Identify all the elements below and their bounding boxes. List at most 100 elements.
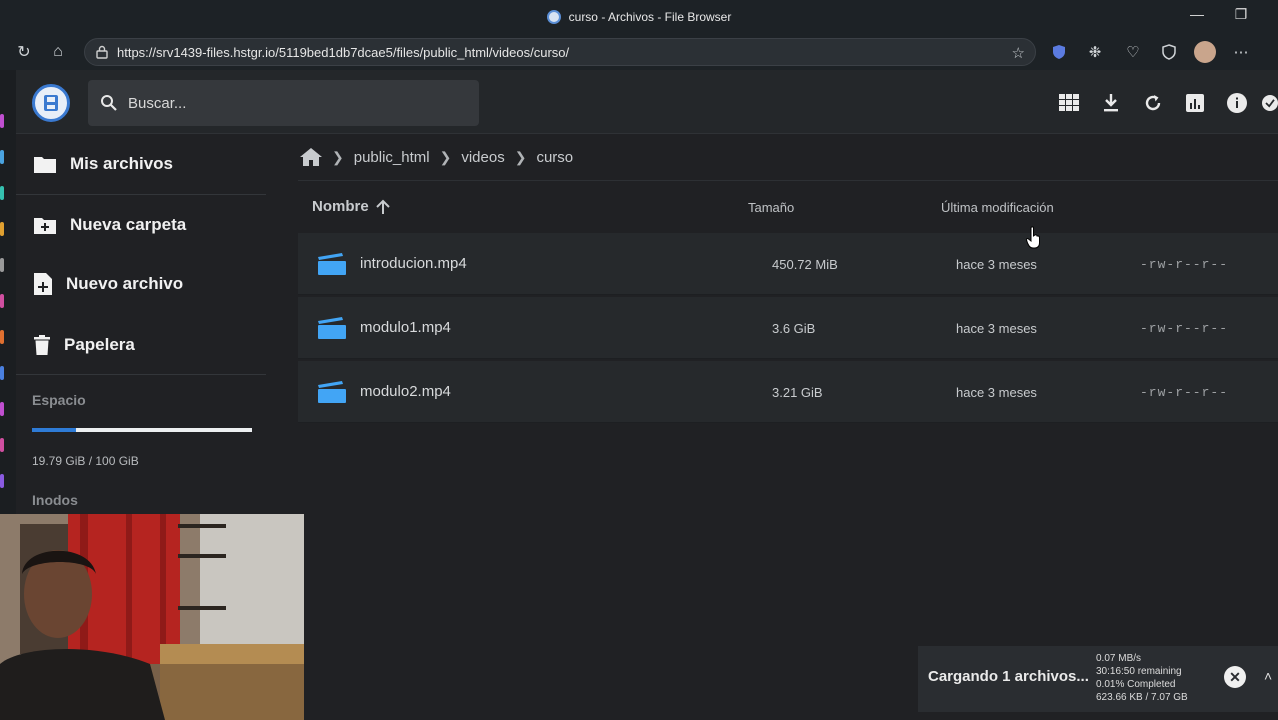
tab-indicator[interactable] bbox=[0, 438, 4, 452]
webcam-video bbox=[0, 514, 304, 720]
storage-usage-text: 19.79 GiB / 100 GiB bbox=[32, 454, 139, 468]
download-icon[interactable] bbox=[1098, 90, 1124, 116]
file-row[interactable]: introducion.mp4 450.72 MiB hace 3 meses … bbox=[298, 233, 1278, 295]
sidebar-item-label: Mis archivos bbox=[70, 154, 173, 173]
search-input[interactable] bbox=[128, 94, 448, 112]
url-text: https://srv1439-files.hstgr.io/5119bed1d… bbox=[117, 44, 570, 60]
upload-completed: 0.01% Completed bbox=[1096, 679, 1176, 690]
sidebar-item-new-folder[interactable]: Nueva carpeta bbox=[16, 197, 266, 253]
window-title: curso - Archivos - File Browser bbox=[546, 10, 732, 24]
sidebar-divider bbox=[16, 194, 266, 195]
address-bar[interactable]: https://srv1439-files.hstgr.io/5119bed1d… bbox=[84, 38, 1036, 66]
lock-icon bbox=[96, 45, 108, 59]
sidebar-item-trash[interactable]: Papelera bbox=[16, 317, 266, 373]
profile-avatar[interactable] bbox=[1194, 41, 1216, 63]
tab-indicator[interactable] bbox=[0, 150, 4, 164]
content-divider bbox=[298, 180, 1278, 181]
filebrowser-logo[interactable] bbox=[32, 84, 70, 122]
column-header-name[interactable]: Nombre bbox=[312, 198, 391, 215]
security-icon[interactable] bbox=[1158, 41, 1180, 63]
file-name: modulo2.mp4 bbox=[360, 383, 451, 400]
favorite-star-icon[interactable]: ☆ bbox=[1012, 44, 1025, 62]
file-size: 3.6 GiB bbox=[772, 321, 816, 336]
tab-indicator[interactable] bbox=[0, 258, 4, 272]
upload-title: Cargando 1 archivos... bbox=[928, 668, 1089, 685]
file-name: modulo1.mp4 bbox=[360, 319, 451, 336]
webcam-overlay bbox=[0, 514, 304, 720]
file-size: 3.21 GiB bbox=[772, 385, 823, 400]
tab-indicator[interactable] bbox=[0, 330, 4, 344]
check-icon[interactable] bbox=[1262, 90, 1278, 116]
new-file-icon bbox=[34, 273, 52, 295]
sidebar-item-new-file[interactable]: Nuevo archivo bbox=[16, 256, 266, 312]
column-name-label: Nombre bbox=[312, 198, 369, 215]
tab-indicator[interactable] bbox=[0, 366, 4, 380]
new-folder-icon bbox=[34, 218, 56, 234]
restore-button[interactable]: ❐ bbox=[1226, 6, 1256, 23]
refresh-icon[interactable] bbox=[1140, 90, 1166, 116]
file-row[interactable]: modulo1.mp4 3.6 GiB hace 3 meses -rw-r--… bbox=[298, 297, 1278, 359]
chevron-right-icon: ❯ bbox=[514, 148, 527, 165]
storage-progress-bar bbox=[32, 428, 252, 432]
file-row[interactable]: modulo2.mp4 3.21 GiB hace 3 meses -rw-r-… bbox=[298, 361, 1278, 423]
app-header bbox=[16, 70, 1278, 134]
sidebar-item-my-files[interactable]: Mis archivos bbox=[16, 136, 266, 192]
favicon-icon bbox=[546, 10, 561, 24]
file-permissions: -rw-r--r-- bbox=[1140, 257, 1229, 272]
breadcrumb: ❯ public_html ❯ videos ❯ curso bbox=[298, 140, 573, 174]
minimize-button[interactable]: — bbox=[1182, 6, 1212, 22]
browser-toolbar: ↻ ⌂ https://srv1439-files.hstgr.io/5119b… bbox=[0, 34, 1278, 70]
file-size: 450.72 MiB bbox=[772, 257, 838, 272]
search-box[interactable] bbox=[88, 80, 479, 126]
cancel-upload-button[interactable]: ✕ bbox=[1224, 666, 1246, 688]
upload-remaining: 30:16:50 remaining bbox=[1096, 666, 1182, 677]
sidebar-divider bbox=[16, 374, 266, 375]
upload-transferred: 623.66 KB / 7.07 GB bbox=[1096, 692, 1188, 703]
tab-indicator[interactable] bbox=[0, 222, 4, 236]
breadcrumb-item-public-html[interactable]: public_html bbox=[354, 149, 430, 166]
folder-icon bbox=[34, 157, 56, 173]
sidebar-item-label: Papelera bbox=[64, 335, 135, 354]
search-icon bbox=[101, 95, 117, 111]
health-icon[interactable]: ♡ bbox=[1122, 41, 1144, 63]
upload-stats: 0.07 MB/s 30:16:50 remaining 0.01% Compl… bbox=[1096, 652, 1188, 704]
sidebar-item-label: Nueva carpeta bbox=[70, 215, 187, 234]
home-icon[interactable] bbox=[300, 148, 322, 166]
video-file-icon bbox=[318, 253, 346, 275]
info-icon[interactable] bbox=[1224, 90, 1250, 116]
space-label: Espacio bbox=[32, 392, 86, 408]
video-file-icon bbox=[318, 317, 346, 339]
chevron-right-icon: ❯ bbox=[439, 148, 452, 165]
window-title-text: curso - Archivos - File Browser bbox=[568, 10, 732, 24]
more-menu-icon[interactable]: ⋯ bbox=[1230, 41, 1252, 63]
sidebar-item-label: Nuevo archivo bbox=[66, 274, 184, 293]
file-modified: hace 3 meses bbox=[956, 257, 1037, 272]
column-header-modified[interactable]: Última modificación bbox=[941, 200, 1054, 215]
inodes-label: Inodos bbox=[32, 492, 78, 508]
shield-extension-icon[interactable] bbox=[1048, 41, 1070, 63]
file-modified: hace 3 meses bbox=[956, 321, 1037, 336]
file-modified: hace 3 meses bbox=[956, 385, 1037, 400]
tab-indicator[interactable] bbox=[0, 114, 4, 128]
tab-indicator[interactable] bbox=[0, 186, 4, 200]
file-permissions: -rw-r--r-- bbox=[1140, 321, 1229, 336]
chevron-right-icon: ❯ bbox=[332, 148, 344, 165]
hand-cursor-icon bbox=[1026, 226, 1040, 249]
upload-speed: 0.07 MB/s bbox=[1096, 653, 1142, 664]
storage-progress-fill bbox=[32, 428, 76, 432]
tab-indicator[interactable] bbox=[0, 294, 4, 308]
extensions-icon[interactable]: ❉ bbox=[1084, 41, 1106, 63]
file-permissions: -rw-r--r-- bbox=[1140, 385, 1229, 400]
breadcrumb-item-curso[interactable]: curso bbox=[536, 149, 573, 166]
file-name: introducion.mp4 bbox=[360, 255, 467, 272]
breadcrumb-item-videos[interactable]: videos bbox=[461, 149, 504, 166]
grid-view-icon[interactable] bbox=[1056, 90, 1082, 116]
reload-icon[interactable]: ↻ bbox=[8, 36, 40, 68]
stats-icon[interactable] bbox=[1182, 90, 1208, 116]
tab-indicator[interactable] bbox=[0, 474, 4, 488]
trash-icon bbox=[34, 335, 50, 355]
tab-indicator[interactable] bbox=[0, 402, 4, 416]
column-header-size[interactable]: Tamaño bbox=[748, 200, 794, 215]
chevron-up-icon[interactable]: ˄ bbox=[1264, 668, 1272, 684]
home-icon[interactable]: ⌂ bbox=[42, 36, 74, 68]
